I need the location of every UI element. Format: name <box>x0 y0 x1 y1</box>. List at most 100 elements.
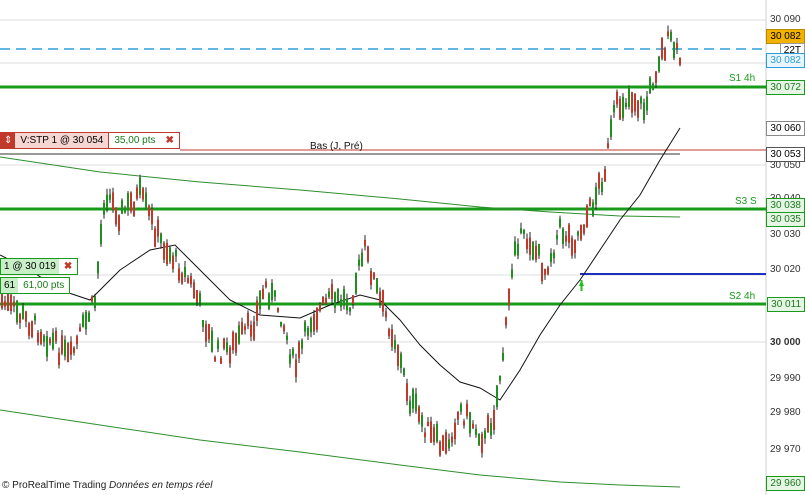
candle-body <box>538 243 540 256</box>
candle-body <box>640 97 642 104</box>
candle-body <box>58 352 60 365</box>
candle-body <box>169 247 171 262</box>
candle-body <box>235 333 237 353</box>
candle-body <box>184 266 186 278</box>
candle-body <box>673 42 675 59</box>
candle-body <box>628 86 630 107</box>
candle-body <box>181 273 183 284</box>
candle-body <box>469 412 471 434</box>
stop-order-box[interactable]: ⇕ V:STP 1 @ 30 054 35,00 pts ✖ <box>0 132 180 149</box>
candle-body <box>148 205 150 216</box>
candle-body <box>97 261 99 274</box>
candle-body <box>535 245 537 260</box>
candle-body <box>115 207 117 225</box>
candle-body <box>85 311 87 330</box>
candle-body <box>259 291 261 310</box>
candle-body <box>103 202 105 215</box>
candle-body <box>331 284 333 299</box>
candle-body <box>76 336 78 345</box>
stop-order-pts: 35,00 pts <box>108 133 161 148</box>
candle-body <box>31 321 33 338</box>
candle-body <box>229 347 231 364</box>
candle-body <box>220 358 222 364</box>
s3-level-label: S3 S <box>735 196 757 207</box>
candle-body <box>67 343 69 363</box>
limit-order-row[interactable]: 1 @ 30 019 ✖ <box>0 258 79 275</box>
candle-body <box>328 291 330 298</box>
candle-body <box>319 304 321 311</box>
candle-body <box>652 83 654 90</box>
candle-body <box>610 119 612 138</box>
candle-body <box>613 105 615 113</box>
candle-body <box>664 48 666 61</box>
candle-body <box>49 338 51 344</box>
axis-tick: 30 030 <box>770 229 801 240</box>
candle-body <box>355 273 357 294</box>
candle-body <box>175 249 177 257</box>
candle-body <box>325 297 327 304</box>
candle-body <box>550 253 552 263</box>
candle-body <box>145 192 147 210</box>
candle-body <box>583 224 585 234</box>
candle-body <box>592 202 594 216</box>
candle-body <box>22 304 24 319</box>
candle-body <box>40 331 42 344</box>
lower-channel-line <box>0 409 681 488</box>
candle-body <box>94 296 96 308</box>
drag-handle-icon[interactable]: ⇕ <box>1 133 16 148</box>
candle-body <box>349 307 351 312</box>
limit-order-box[interactable]: 1 @ 30 019 ✖ 61 61,00 pts <box>0 258 79 294</box>
candle-body <box>577 231 579 236</box>
candle-body <box>4 301 6 307</box>
candle-body <box>604 169 606 182</box>
candle-body <box>541 262 543 282</box>
s2-price-tag: 30 011 <box>767 297 805 312</box>
current-price-tag: 30 082 <box>766 29 805 44</box>
candle-body <box>223 338 225 349</box>
candle-body <box>109 194 111 200</box>
candle-body <box>202 319 204 327</box>
limit-order-pts: 61,00 pts <box>23 280 65 291</box>
candle-body <box>532 242 534 260</box>
price-plot[interactable] <box>0 0 805 495</box>
candle-body <box>55 330 57 342</box>
candle-body <box>358 259 360 266</box>
candle-body <box>373 272 375 279</box>
candle-body <box>634 94 636 112</box>
candle-body <box>1 294 3 309</box>
candle-body <box>622 96 624 119</box>
candle-body <box>448 439 450 449</box>
candle-body <box>247 312 249 326</box>
candle-body <box>262 288 264 299</box>
candle-body <box>70 341 72 355</box>
trading-chart[interactable]: S1 4h S3 S S2 4h Bas (J, Pré) 30 090 30 … <box>0 0 805 495</box>
candle-body <box>643 102 645 121</box>
close-icon[interactable]: ✖ <box>161 133 179 148</box>
candle-body <box>376 278 378 293</box>
axis-tick: 29 990 <box>770 373 801 384</box>
candle-body <box>286 335 288 341</box>
candle-body <box>211 330 213 352</box>
candle-body <box>16 301 18 323</box>
red-line-price-tag: 30 060 <box>766 121 805 136</box>
candle-body <box>559 218 561 228</box>
candle-body <box>403 368 405 376</box>
candle-body <box>439 441 441 456</box>
candle-body <box>487 415 489 433</box>
candle-body <box>250 324 252 337</box>
candle-body <box>472 423 474 429</box>
candle-body <box>406 383 408 402</box>
bottom-price-tag: 29 960 <box>766 476 805 491</box>
candle-body <box>133 201 135 216</box>
candle-body <box>307 327 309 336</box>
candle-body <box>154 228 156 247</box>
candle-body <box>25 311 27 322</box>
axis-tick: 30 090 <box>770 14 801 25</box>
candle-body <box>580 224 582 240</box>
candle-body <box>112 192 114 210</box>
candle-body <box>388 328 390 336</box>
close-icon[interactable]: ✖ <box>59 259 77 274</box>
candle-body <box>385 311 387 318</box>
candle-body <box>466 403 468 417</box>
candle-body <box>646 96 648 111</box>
